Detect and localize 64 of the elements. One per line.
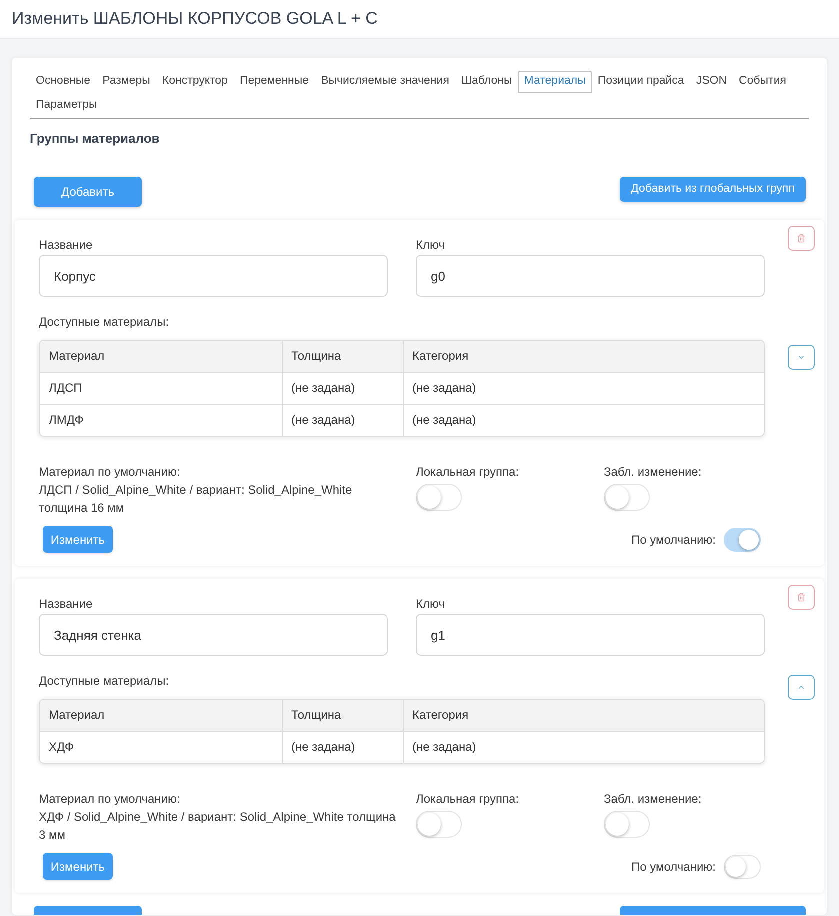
toggle-label: Забл. изменение: bbox=[604, 464, 703, 481]
table-cell: ХДФ bbox=[40, 731, 282, 763]
materials-label: Доступные материалы: bbox=[39, 673, 170, 689]
table-cell: (не задана) bbox=[403, 404, 764, 436]
tab[interactable]: JSON bbox=[690, 71, 733, 93]
column-header: Категория bbox=[403, 700, 764, 731]
default-material-value: ХДФ / Solid_Alpine_White / вариант: Solid_Alpine_White толщина 3 мм bbox=[39, 809, 397, 844]
default-material-value: ЛДСП / Solid_Alpine_White / вариант: Solid_Alpine_White толщина 16 мм bbox=[39, 482, 354, 517]
tab[interactable]: События bbox=[733, 71, 792, 93]
toggle-label: По умолчанию: bbox=[632, 532, 716, 548]
delete-button[interactable] bbox=[788, 585, 815, 610]
trash-icon bbox=[797, 593, 806, 602]
chevron-up-icon bbox=[797, 683, 806, 692]
table-cell: ЛДСП bbox=[40, 372, 282, 404]
field-label: Ключ bbox=[416, 237, 446, 253]
chevron-down-icon bbox=[797, 353, 806, 362]
table-cell: (не задана) bbox=[282, 372, 403, 404]
key-input[interactable]: g1 bbox=[416, 614, 765, 656]
tab[interactable]: Переменные bbox=[234, 71, 316, 93]
tab[interactable]: Вычисляемые значения bbox=[315, 71, 456, 93]
page-title: Изменить ШАБЛОНЫ КОРПУСОВ GOLA L + C bbox=[12, 8, 378, 30]
tab[interactable]: Размеры bbox=[96, 71, 156, 93]
field-label: Ключ bbox=[416, 596, 446, 612]
table-cell: (не задана) bbox=[403, 372, 764, 404]
name-input[interactable]: Задняя стенка bbox=[39, 614, 388, 656]
column-header: Толщина bbox=[282, 700, 403, 731]
column-header: Толщина bbox=[282, 341, 403, 372]
partial-button[interactable] bbox=[620, 906, 806, 915]
column-header: Материал bbox=[40, 341, 282, 372]
column-header: Категория bbox=[403, 341, 764, 372]
tab[interactable]: Материалы bbox=[518, 71, 592, 93]
key-input[interactable]: g0 bbox=[416, 255, 765, 297]
tab[interactable]: Конструктор bbox=[156, 71, 234, 93]
toggle-label: По умолчанию: bbox=[632, 858, 716, 876]
section-title: Группы материалов bbox=[30, 130, 161, 148]
table-cell: (не задана) bbox=[282, 404, 403, 436]
partial-button[interactable] bbox=[34, 906, 142, 915]
default-material-label: Материал по умолчанию: bbox=[39, 464, 182, 481]
table-cell: ЛМДФ bbox=[40, 404, 282, 436]
table-cell: (не задана) bbox=[403, 731, 764, 763]
toggle-label: Локальная группа: bbox=[416, 464, 520, 481]
lock-change-toggle[interactable] bbox=[604, 811, 650, 838]
move-up-button[interactable] bbox=[788, 675, 815, 700]
field-label: Название bbox=[39, 596, 94, 612]
tab[interactable]: Параметры bbox=[30, 95, 104, 117]
local-group-toggle[interactable] bbox=[416, 811, 462, 838]
toggle-label: Локальная группа: bbox=[416, 791, 520, 808]
name-input[interactable]: Корпус bbox=[39, 255, 388, 297]
trash-icon bbox=[797, 234, 806, 243]
materials-label: Доступные материалы: bbox=[39, 314, 170, 330]
default-toggle[interactable] bbox=[724, 528, 761, 552]
lock-change-toggle[interactable] bbox=[604, 484, 650, 511]
tab[interactable]: Шаблоны bbox=[455, 71, 518, 93]
default-material-label: Материал по умолчанию: bbox=[39, 791, 182, 808]
table-cell: (не задана) bbox=[282, 731, 403, 763]
field-label: Название bbox=[39, 237, 94, 253]
local-group-toggle[interactable] bbox=[416, 484, 462, 511]
toggle-label: Забл. изменение: bbox=[604, 791, 703, 808]
tab[interactable]: Позиции прайса bbox=[592, 71, 690, 93]
tab[interactable]: Основные bbox=[30, 71, 97, 93]
default-toggle[interactable] bbox=[724, 854, 761, 878]
delete-button[interactable] bbox=[788, 226, 815, 251]
column-header: Материал bbox=[40, 700, 282, 731]
move-down-button[interactable] bbox=[788, 345, 815, 370]
